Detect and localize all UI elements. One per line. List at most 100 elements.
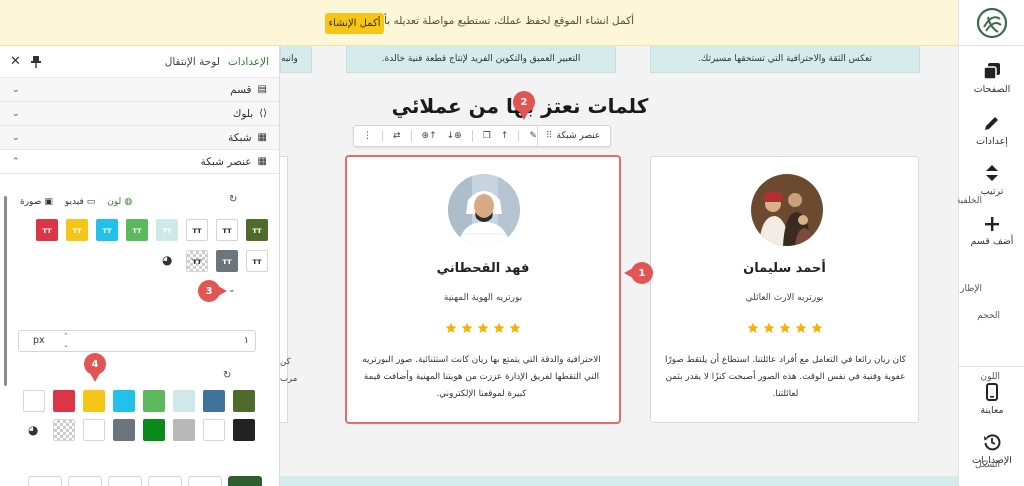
complete-site-button[interactable]: أكمل الإنشاء <box>325 13 384 34</box>
close-icon[interactable]: ✕ <box>10 54 21 69</box>
frame-color-swatch[interactable] <box>113 419 135 441</box>
frame-color-swatch[interactable] <box>173 419 195 441</box>
frame-color-swatch[interactable] <box>173 390 195 412</box>
bg-swatch[interactable]: тт <box>36 219 58 241</box>
frame-color-swatch[interactable] <box>83 390 105 412</box>
insert-before-icon[interactable]: ⊕↑ <box>422 131 437 141</box>
video-icon: ▭ <box>86 197 96 207</box>
accordion-section[interactable]: ⌄ ▤ قسم <box>0 78 279 102</box>
custom-color-icon[interactable]: ◕ <box>162 253 172 267</box>
shape-option-active[interactable] <box>228 476 262 486</box>
bg-swatch[interactable]: тт <box>186 219 208 241</box>
reset-icon[interactable]: ↻ <box>229 194 237 205</box>
frame-color-swatch[interactable] <box>233 390 255 412</box>
bg-swatch[interactable]: тт <box>126 219 148 241</box>
partial-card-text: مرب <box>280 374 298 384</box>
bg-option-image[interactable]: ▣ صورة <box>20 197 53 207</box>
shape-option[interactable] <box>188 476 222 486</box>
rail-label-add-section: أضف قسم <box>970 236 1014 247</box>
frame-size-input[interactable]: px ⌃ ⌄ ١ <box>18 330 256 352</box>
accordion-grid[interactable]: ⌄ ▦ شبكة <box>0 126 279 150</box>
pin-icon[interactable] <box>30 55 41 68</box>
chevron-down-icon: ⌄ <box>12 132 20 143</box>
star-icon <box>779 322 790 333</box>
star-icon <box>493 322 505 333</box>
size-stepper-icon[interactable]: ⌃ ⌄ <box>63 332 69 350</box>
sort-icon <box>986 165 998 181</box>
rail-sort[interactable]: ترتيب <box>959 164 1024 197</box>
bg-swatch[interactable]: тт <box>216 250 238 272</box>
frame-color-swatch[interactable] <box>23 390 45 412</box>
bg-swatch-transparent[interactable]: тт <box>186 250 208 272</box>
chevron-up-icon: ⌃ <box>12 156 20 167</box>
background-label: الخلفية <box>955 196 982 206</box>
toolbar-element-name[interactable]: عنصر شبكة ⠿ <box>536 126 608 146</box>
testimonial-card[interactable]: أحمد سليمان بورتريه الارث العائلي كان ري… <box>650 156 919 423</box>
star-icon <box>795 322 806 333</box>
chevron-down-icon: ⌄ <box>12 84 20 95</box>
frame-color-swatch[interactable] <box>143 419 165 441</box>
shape-option[interactable] <box>28 476 62 486</box>
more-options-icon[interactable]: ⋮ <box>363 131 372 141</box>
testimonial-role: بورتريه الهوية المهنية <box>443 293 523 303</box>
palette-icon: ◍ <box>124 197 133 207</box>
plus-icon <box>985 217 999 231</box>
shape-options <box>28 476 262 486</box>
frame-color-swatch[interactable] <box>203 390 225 412</box>
frame-color-transparent[interactable] <box>53 419 75 441</box>
testimonial-card-selected[interactable]: فهد القحطاني بورتريه الهوية المهنية الاح… <box>346 156 620 423</box>
swap-icon[interactable]: ⇄ <box>393 131 401 141</box>
accordion-block[interactable]: ⌄ ⟨⟩ بلوك <box>0 102 279 126</box>
site-logo[interactable] <box>959 0 1024 46</box>
star-icon <box>763 322 774 333</box>
size-label: الحجم <box>977 311 1000 321</box>
pages-icon <box>983 63 1000 80</box>
chevron-down-icon[interactable]: ⌄ <box>228 285 236 295</box>
accordion-grid-element[interactable]: ⌃ ▦ عنصر شبكة <box>0 150 279 174</box>
shape-option[interactable] <box>148 476 182 486</box>
star-icon <box>509 322 521 333</box>
rail-pages[interactable]: الصفحات <box>959 62 1024 95</box>
edit-pencil-icon[interactable]: ✎ <box>529 131 537 141</box>
rail-settings[interactable]: إعدادات <box>959 114 1024 147</box>
bg-swatch[interactable]: тт <box>96 219 118 241</box>
insert-after-icon[interactable]: ↓⊕ <box>447 131 462 141</box>
shape-option[interactable] <box>68 476 102 486</box>
bg-option-video[interactable]: ▭ فيديو <box>65 197 95 207</box>
section-icon: ▤ <box>257 84 267 95</box>
shape-option[interactable] <box>108 476 142 486</box>
custom-color-icon[interactable]: ◕ <box>28 423 38 437</box>
annotation-badge-3: 3 <box>198 280 227 302</box>
color-label: اللون <box>980 372 1000 382</box>
panel-header: ✕ الإعدادات لوحة الإنتقال <box>0 46 279 78</box>
next-section-strip <box>280 476 958 486</box>
rating-stars <box>651 322 918 334</box>
bg-swatch[interactable]: тт <box>156 219 178 241</box>
tab-navigation[interactable]: لوحة الإنتقال <box>165 56 220 68</box>
top-card-3: وانبه <box>280 46 312 73</box>
frame-color-swatch[interactable] <box>203 419 225 441</box>
bg-option-color[interactable]: ◍ لون <box>107 197 132 207</box>
frame-color-swatch[interactable] <box>233 419 255 441</box>
frame-color-swatch[interactable] <box>143 390 165 412</box>
pencil-icon <box>985 117 998 130</box>
bg-swatch[interactable]: тт <box>246 250 268 272</box>
reset-icon[interactable]: ↻ <box>223 370 231 381</box>
testimonial-name: فهد القحطاني <box>436 261 530 276</box>
move-up-icon[interactable]: ↑ <box>501 131 509 141</box>
drag-handle-icon[interactable]: ⠿ <box>546 131 553 141</box>
page-canvas: تعكس الثقة والاحترافية التي تستحقها مسير… <box>280 46 958 486</box>
size-unit[interactable]: px <box>33 335 45 346</box>
bg-swatch[interactable]: тт <box>66 219 88 241</box>
bg-swatch[interactable]: тт <box>216 219 238 241</box>
frame-color-swatch[interactable] <box>53 390 75 412</box>
frame-color-swatch[interactable] <box>113 390 135 412</box>
rail-add-section[interactable]: أضف قسم <box>959 216 1024 247</box>
top-card-2: التعبير العميق والتكوين الفريد لإنتاج قط… <box>346 46 616 73</box>
bg-swatch[interactable]: тт <box>246 219 268 241</box>
rail-preview[interactable]: معاينة <box>959 383 1024 416</box>
duplicate-icon[interactable]: ❐ <box>483 131 491 141</box>
tab-settings[interactable]: الإعدادات <box>228 56 269 68</box>
frame-color-swatch[interactable] <box>83 419 105 441</box>
panel-scrollbar[interactable] <box>4 196 7 386</box>
